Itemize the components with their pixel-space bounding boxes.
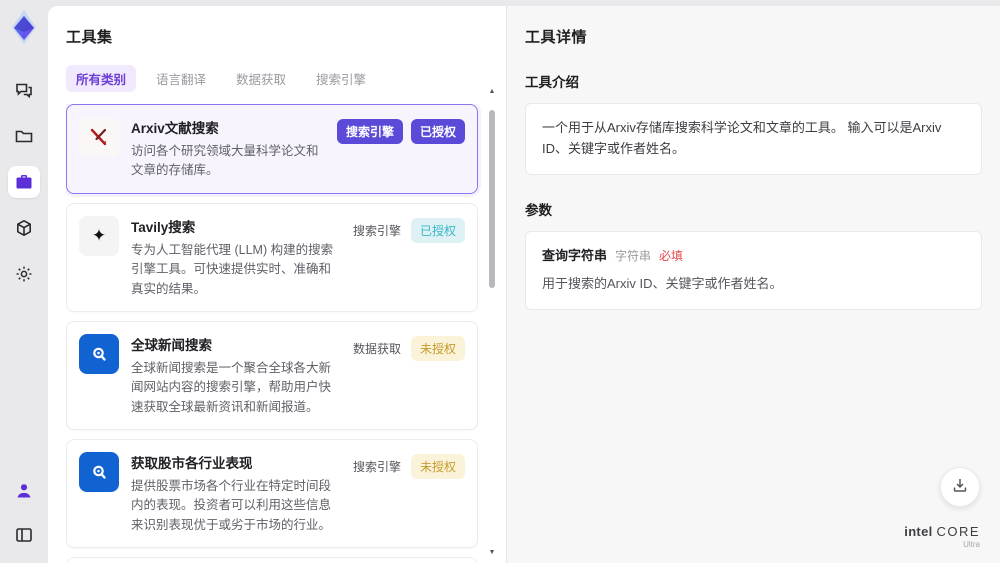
params-heading: 参数 (525, 202, 552, 218)
auth-status-badge: 已授权 (410, 119, 465, 144)
tool-card[interactable]: 获取股市各行业表现 提供股票市场各个行业在特定时间段内的表现。投资者可以利用这些… (66, 439, 478, 549)
tab-all-categories[interactable]: 所有类别 (66, 65, 137, 92)
app-rail (0, 0, 48, 563)
finance-search-icon (79, 333, 119, 374)
detail-title: 工具详情 (525, 29, 588, 46)
brand-sub-text: Ultra (963, 540, 980, 549)
tool-card[interactable]: Arxiv文献搜索 访问各个研究领域大量科学论文和文章的存储库。 搜索引擎 已授… (66, 104, 478, 194)
tool-description: 提供股票市场各个行业在特定时间段内的表现。投资者可以利用这些信息来识别表现优于或… (131, 479, 332, 532)
auth-status-badge: 未授权 (410, 454, 465, 479)
brand-intel-text: intel (904, 524, 933, 539)
tool-description: 全球新闻搜索是一个聚合全球各大新闻网站内容的搜索引擎，帮助用户快速获取全球最新资… (131, 360, 332, 414)
category-badge: 数据获取 (352, 341, 401, 356)
settings-icon[interactable] (8, 258, 40, 290)
scroll-down-icon[interactable]: ▼ (487, 549, 497, 556)
toolbox-icon[interactable] (8, 166, 40, 198)
app-logo-icon (7, 8, 41, 46)
tab-1[interactable]: 语言翻译 (146, 65, 216, 92)
category-badge: 搜索引擎 (336, 119, 403, 144)
param-header: 查询字符串 字符串 必填 (542, 246, 965, 267)
category-badge: 搜索引擎 (352, 460, 401, 474)
tools-panel: 工具集 所有类别 语言翻译 数据获取 搜索引擎 Arxiv文献搜索 访问各个研究领域大… (48, 6, 506, 563)
tool-description: 专为人工智能代理 (LLM) 构建的搜索引擎工具。可快速提供实时、准确和真实的结… (131, 242, 334, 296)
tab-2[interactable]: 数据获取 (226, 65, 296, 92)
split-panel-icon[interactable] (8, 519, 40, 551)
category-badge: 搜索引擎 (352, 223, 401, 238)
intro-heading: 工具介绍 (525, 75, 579, 90)
param-desc: 用于搜索的Arxiv ID、关键字或作者姓名。 (542, 276, 783, 292)
intro-card: 一个用于从Arxiv存储库搜索科学论文和文章的工具。 输入可以是Arxiv ID… (525, 103, 982, 175)
tool-name: 获取股市各行业表现 (131, 456, 253, 471)
category-tabs: 所有类别 语言翻译 数据获取 搜索引擎 (66, 65, 506, 92)
param-required-badge: 必填 (659, 248, 684, 263)
param-card: 查询字符串 字符串 必填 用于搜索的Arxiv ID、关键字或作者姓名。 (525, 230, 982, 311)
auth-status-badge: 未授权 (410, 335, 465, 361)
download-icon (951, 476, 969, 499)
user-icon[interactable] (8, 475, 40, 507)
page-title: 工具集 (66, 29, 113, 46)
intro-text: 一个用于从Arxiv存储库搜索科学论文和文章的工具。 输入可以是Arxiv ID… (542, 120, 942, 156)
param-type: 字符串 (615, 248, 652, 263)
scroll-up-icon[interactable]: ▲ (487, 88, 497, 95)
tool-card[interactable]: 获取市场最活跃股票信息 提供当天交易量最高的股票列表。投资者可以利用这些信息来识… (66, 557, 478, 563)
intel-core-logo: intel CORE Ultra (904, 524, 980, 549)
tool-name: 全球新闻搜索 (131, 337, 212, 353)
main-surface: 工具集 所有类别 语言翻译 数据获取 搜索引擎 Arxiv文献搜索 访问各个研究领域大… (48, 6, 1000, 563)
brand-core-text: CORE (936, 524, 980, 539)
chat-icon[interactable] (8, 74, 40, 106)
tool-list: Arxiv文献搜索 访问各个研究领域大量科学论文和文章的存储库。 搜索引擎 已授… (66, 104, 506, 563)
tool-card[interactable]: 全球新闻搜索 全球新闻搜索是一个聚合全球各大新闻网站内容的搜索引擎，帮助用户快速… (66, 320, 478, 430)
sparkle-icon: ✦ (79, 215, 119, 256)
rail-bottom (8, 475, 40, 551)
download-button[interactable] (940, 467, 980, 507)
auth-status-badge: 已授权 (410, 217, 465, 243)
list-scrollbar[interactable]: ▲ ▼ (487, 88, 497, 556)
tool-description: 访问各个研究领域大量科学论文和文章的存储库。 (131, 144, 319, 178)
tool-name: Tavily搜索 (131, 219, 196, 235)
tool-details-panel: 工具详情 工具介绍 一个用于从Arxiv存储库搜索科学论文和文章的工具。 输入可… (506, 6, 1000, 563)
rail-nav (8, 74, 40, 290)
cube-icon[interactable] (8, 212, 40, 244)
tab-3[interactable]: 搜索引擎 (306, 65, 376, 92)
scrollbar-thumb[interactable] (489, 110, 495, 288)
param-name: 查询字符串 (542, 247, 608, 263)
finance-search-icon (79, 452, 119, 492)
tool-name: Arxiv文献搜索 (131, 121, 219, 136)
tool-card[interactable]: ✦ Tavily搜索 专为人工智能代理 (LLM) 构建的搜索引擎工具。可快速提… (66, 202, 478, 312)
arxiv-icon (79, 117, 119, 157)
folder-icon[interactable] (8, 120, 40, 152)
